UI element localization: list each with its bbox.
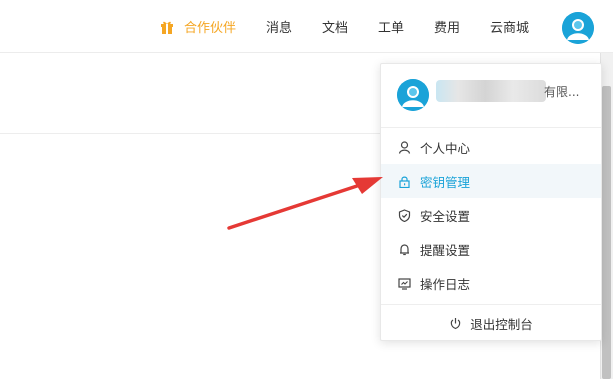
menu-item-reminder-settings[interactable]: 提醒设置 — [381, 232, 601, 266]
nav-tickets-label: 工单 — [378, 21, 405, 36]
nav-tickets[interactable]: 工单 — [378, 0, 404, 53]
gift-icon — [160, 20, 174, 34]
menu-item-label: 安全设置 — [420, 208, 471, 224]
menu-item-security-settings[interactable]: 安全设置 — [381, 198, 601, 232]
dropdown-header: 有限... — [381, 64, 601, 128]
bell-icon — [398, 243, 411, 256]
account-org-suffix: 有限... — [544, 85, 580, 99]
menu-item-label: 操作日志 — [420, 276, 471, 292]
nav-partner[interactable]: 合作伙伴 — [160, 0, 236, 53]
nav-messages-label: 消息 — [266, 21, 293, 36]
menu-item-label: 个人中心 — [420, 140, 471, 156]
menu-item-operation-log[interactable]: 操作日志 — [381, 266, 601, 300]
user-dropdown-menu: 有限... 个人中心 密钥管理 安全设置 提醒设置 操作日志 退出控制台 — [380, 63, 602, 341]
shield-icon — [398, 208, 411, 222]
user-avatar-icon[interactable] — [562, 12, 594, 44]
lock-icon — [398, 175, 411, 188]
menu-item-personal-center[interactable]: 个人中心 — [381, 130, 601, 164]
dropdown-avatar-icon — [397, 79, 429, 111]
nav-cloud-store[interactable]: 云商城 — [490, 0, 529, 53]
top-navigation-bar: 合作伙伴 消息 文档 工单 费用 云商城 — [0, 0, 613, 53]
logout-console-button[interactable]: 退出控制台 — [381, 306, 601, 340]
user-icon — [398, 140, 411, 154]
redacted-account-name — [436, 80, 546, 102]
nav-billing[interactable]: 费用 — [434, 0, 460, 53]
nav-docs-label: 文档 — [322, 21, 349, 36]
logout-label: 退出控制台 — [470, 316, 533, 332]
nav-partner-label: 合作伙伴 — [184, 21, 237, 36]
menu-item-key-management[interactable]: 密钥管理 — [381, 164, 601, 198]
power-icon — [449, 317, 462, 330]
nav-billing-label: 费用 — [434, 21, 461, 36]
nav-cloud-store-label: 云商城 — [490, 21, 530, 36]
menu-item-label: 密钥管理 — [420, 174, 471, 190]
scrollbar-thumb[interactable] — [602, 86, 611, 379]
menu-item-label: 提醒设置 — [420, 242, 471, 258]
nav-docs[interactable]: 文档 — [322, 0, 348, 53]
monitor-icon — [398, 277, 411, 290]
nav-messages[interactable]: 消息 — [266, 0, 292, 53]
dropdown-footer-divider — [381, 304, 601, 305]
